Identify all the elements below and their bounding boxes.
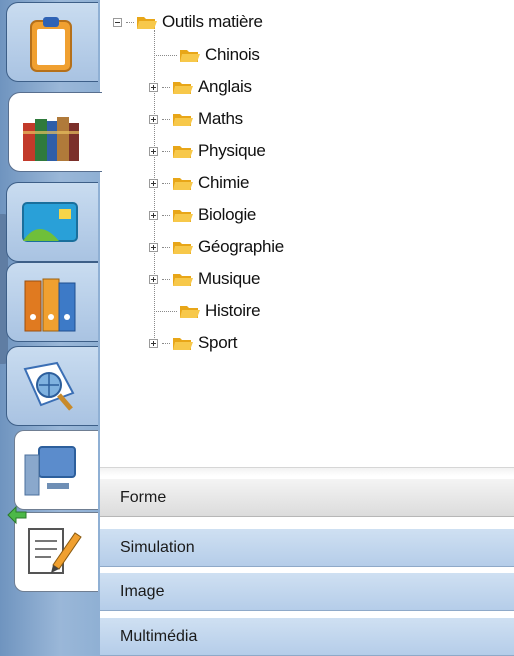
clipboard-icon — [30, 17, 72, 72]
folder-open-icon — [173, 146, 193, 158]
panel-multimedia[interactable]: Multimédia — [100, 617, 514, 656]
tab-clipboard[interactable] — [6, 2, 98, 82]
tree-root[interactable]: Outils matière — [113, 11, 263, 33]
tree-item-label: Biologie — [198, 205, 257, 224]
panel-simulation[interactable]: Simulation — [100, 528, 514, 567]
collapse-icon[interactable] — [113, 17, 122, 27]
panel-label: Simulation — [120, 538, 195, 556]
tree-item[interactable]: Musique — [149, 268, 260, 290]
folder-open-icon — [173, 338, 193, 350]
expand-icon[interactable] — [149, 210, 158, 220]
folder-open-icon — [173, 242, 193, 254]
tree-item[interactable]: Géographie — [149, 236, 284, 258]
tab-computer[interactable] — [14, 430, 98, 510]
expand-icon[interactable] — [149, 242, 158, 252]
subject-tree: Outils matière Chinois Anglais Maths Physiq… — [103, 0, 514, 468]
tree-item-label: Anglais — [198, 77, 252, 96]
tree-item[interactable]: Biologie — [149, 204, 256, 226]
computer-icon — [24, 446, 76, 496]
folder-open-icon — [173, 274, 193, 286]
back-arrow-icon[interactable] — [6, 505, 28, 525]
tree-root-label: Outils matière — [162, 12, 263, 31]
tree-item-label: Maths — [198, 109, 243, 128]
expand-icon[interactable] — [149, 114, 158, 124]
tree-item[interactable]: Physique — [149, 140, 266, 162]
tree-item-label: Sport — [198, 333, 238, 352]
vertical-toolbar — [0, 0, 102, 656]
tree-item[interactable]: Sport — [149, 332, 237, 354]
tab-binders[interactable] — [6, 262, 98, 342]
panel-separator — [100, 467, 514, 476]
panel-label: Multimédia — [120, 627, 198, 645]
books-icon — [23, 117, 79, 161]
panel-label: Image — [120, 582, 165, 600]
id-card-icon — [22, 202, 78, 242]
expand-icon[interactable] — [149, 146, 158, 156]
tree-item-label: Géographie — [198, 237, 284, 256]
notepad-pencil-icon — [28, 528, 82, 574]
folder-open-icon — [173, 114, 193, 126]
tab-search-globe[interactable] — [6, 346, 98, 426]
tree-item[interactable]: Maths — [149, 108, 243, 130]
folder-open-icon — [180, 306, 200, 318]
tab-books[interactable] — [8, 92, 102, 172]
expand-icon[interactable] — [149, 274, 158, 284]
tree-item-label: Musique — [198, 269, 261, 288]
panel-image[interactable]: Image — [100, 572, 514, 611]
folder-open-icon — [173, 178, 193, 190]
panel-forme[interactable]: Forme — [100, 478, 514, 517]
tree-item-label: Physique — [198, 141, 266, 160]
panel-label: Forme — [120, 488, 167, 506]
folder-open-icon — [173, 82, 193, 94]
tree-item[interactable]: Chinois — [149, 44, 260, 66]
tree-item-label: Histoire — [205, 301, 261, 320]
folder-open-icon — [173, 210, 193, 222]
tree-item[interactable]: Chimie — [149, 172, 249, 194]
folder-open-icon — [180, 50, 200, 62]
tab-card[interactable] — [6, 182, 98, 262]
expand-icon[interactable] — [149, 178, 158, 188]
tree-item[interactable]: Histoire — [149, 300, 261, 322]
expand-icon[interactable] — [149, 338, 158, 348]
binders-icon — [24, 278, 76, 332]
tree-item-label: Chimie — [198, 173, 250, 192]
globe-search-icon — [23, 361, 75, 411]
tree-item-label: Chinois — [205, 45, 260, 64]
tree-item[interactable]: Anglais — [149, 76, 252, 98]
expand-icon[interactable] — [149, 82, 158, 92]
folder-open-icon — [137, 17, 157, 29]
